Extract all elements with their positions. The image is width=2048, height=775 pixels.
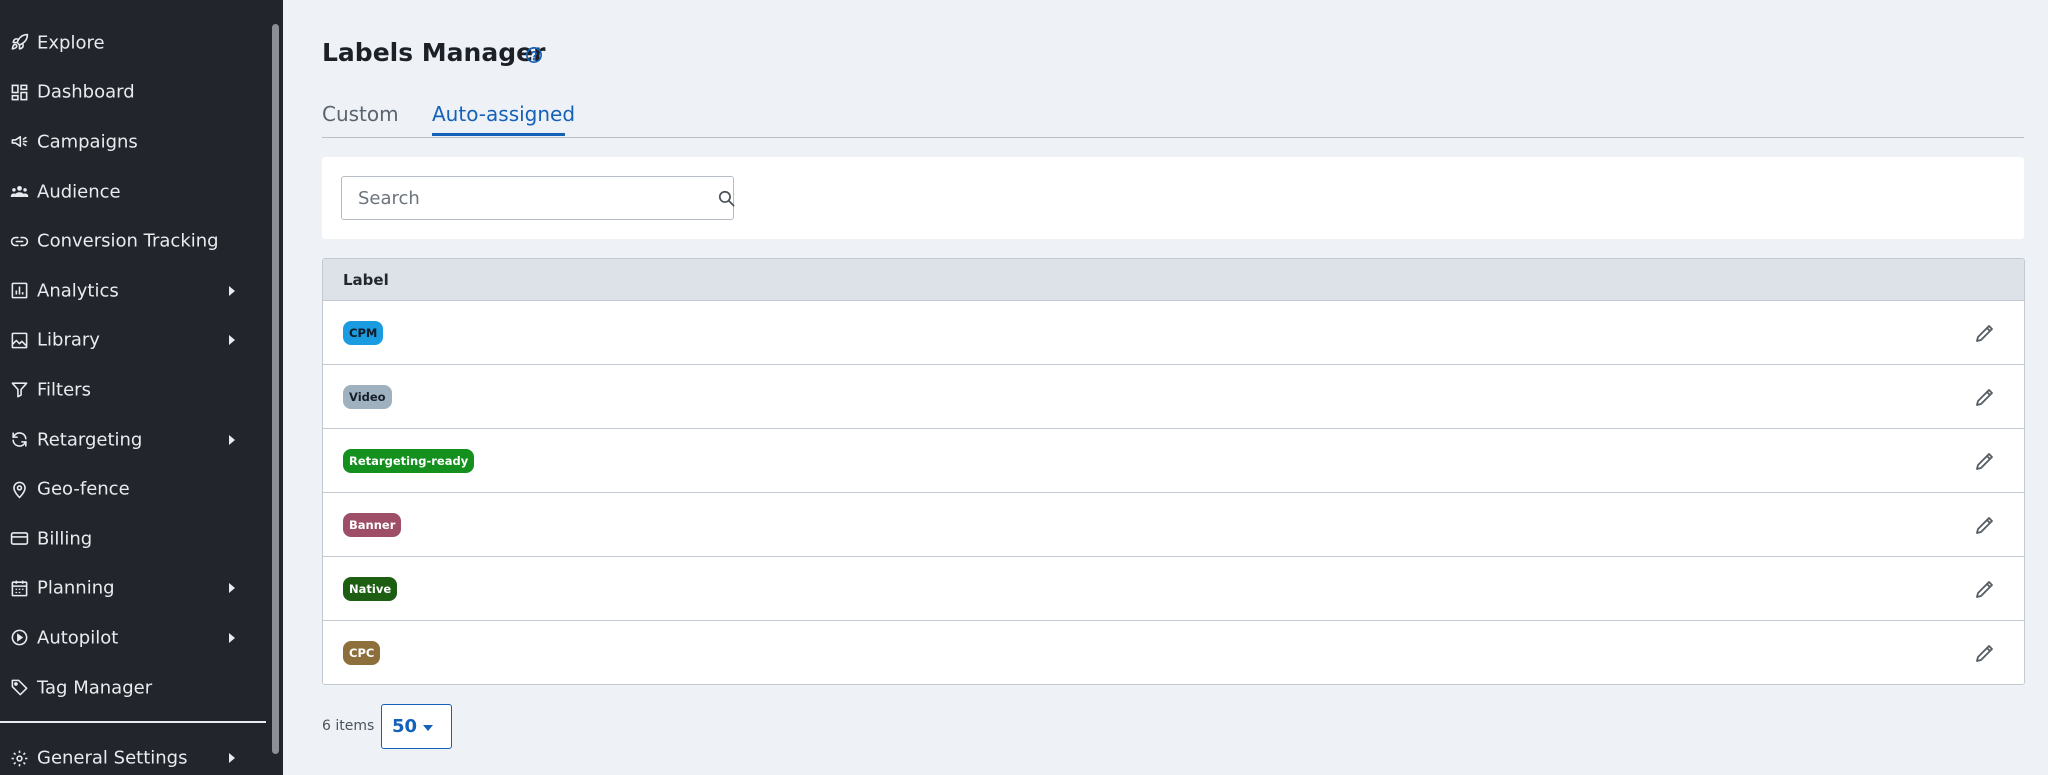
calendar-icon bbox=[9, 578, 29, 598]
table-header: Label bbox=[323, 259, 2024, 301]
table-row: Retargeting-ready bbox=[323, 429, 2024, 493]
sidebar-item-label: Autopilot bbox=[37, 627, 119, 649]
tab-auto-assigned[interactable]: Auto-assigned bbox=[432, 102, 575, 126]
table-row: Video bbox=[323, 365, 2024, 429]
map-pin-icon bbox=[9, 479, 29, 499]
sidebar-item-general-settings[interactable]: General Settings bbox=[0, 733, 270, 775]
sidebar-divider bbox=[0, 721, 266, 723]
chevron-right-icon bbox=[229, 285, 235, 296]
table-row: Banner bbox=[323, 493, 2024, 557]
sidebar-item-campaigns[interactable]: Campaigns bbox=[0, 117, 270, 167]
sidebar-item-label: Conversion Tracking bbox=[37, 230, 219, 252]
sidebar-item-explore[interactable]: Explore bbox=[0, 18, 270, 68]
pencil-icon[interactable] bbox=[1973, 321, 1997, 345]
dashboard-icon bbox=[9, 82, 29, 102]
label-badge: Video bbox=[343, 385, 392, 409]
sidebar-item-conversion-tracking[interactable]: Conversion Tracking bbox=[0, 216, 270, 266]
sidebar-item-label: Tag Manager bbox=[37, 677, 153, 699]
sidebar: Explore Dashboard Campaigns Audience Con… bbox=[0, 0, 283, 775]
active-tab-indicator bbox=[432, 133, 565, 136]
chevron-right-icon bbox=[229, 632, 235, 643]
analytics-icon bbox=[9, 281, 29, 301]
refresh-icon bbox=[9, 430, 29, 450]
sidebar-item-label: Campaigns bbox=[37, 131, 138, 153]
chevron-right-icon bbox=[229, 335, 235, 346]
column-header-label: Label bbox=[343, 271, 389, 289]
chevron-right-icon bbox=[229, 753, 235, 763]
filter-icon bbox=[9, 380, 29, 400]
sidebar-item-billing[interactable]: Billing bbox=[0, 514, 270, 564]
tag-icon bbox=[9, 678, 29, 698]
sidebar-scrollbar-thumb[interactable] bbox=[272, 24, 279, 754]
sidebar-item-audience[interactable]: Audience bbox=[0, 167, 270, 217]
sidebar-item-filters[interactable]: Filters bbox=[0, 365, 270, 415]
search-icon[interactable] bbox=[717, 189, 736, 208]
gear-icon bbox=[9, 748, 29, 768]
tab-custom[interactable]: Custom bbox=[322, 102, 399, 126]
play-circle-icon bbox=[9, 628, 29, 648]
sidebar-item-label: Explore bbox=[37, 32, 105, 54]
sidebar-item-dashboard[interactable]: Dashboard bbox=[0, 68, 270, 118]
label-badge: CPM bbox=[343, 321, 384, 345]
chevron-right-icon bbox=[229, 583, 235, 594]
sidebar-item-label: Dashboard bbox=[37, 81, 135, 103]
sidebar-item-label: Audience bbox=[37, 181, 121, 203]
sidebar-item-analytics[interactable]: Analytics bbox=[0, 266, 270, 316]
label-badge: CPC bbox=[343, 641, 381, 665]
caret-down-icon bbox=[423, 725, 433, 731]
table-row: CPM bbox=[323, 301, 2024, 365]
pencil-icon[interactable] bbox=[1973, 385, 1997, 409]
page-size-select[interactable]: 50 bbox=[381, 704, 452, 749]
labels-table: Label CPM Video Retargeting-ready Banner… bbox=[322, 258, 2025, 685]
sidebar-item-library[interactable]: Library bbox=[0, 316, 270, 366]
audience-icon bbox=[9, 182, 29, 202]
sidebar-item-label: General Settings bbox=[37, 747, 188, 769]
credit-card-icon bbox=[9, 529, 29, 549]
sidebar-item-label: Analytics bbox=[37, 280, 119, 302]
pencil-icon[interactable] bbox=[1973, 641, 1997, 665]
help-circle-icon[interactable] bbox=[525, 46, 543, 64]
search-input[interactable] bbox=[343, 178, 683, 218]
page-title: Labels Manager bbox=[322, 38, 546, 67]
items-count: 6 items bbox=[322, 718, 375, 734]
rocket-icon bbox=[9, 33, 29, 53]
sidebar-item-planning[interactable]: Planning bbox=[0, 564, 270, 614]
tab-bar: Custom Auto-assigned bbox=[322, 100, 2024, 138]
pencil-icon[interactable] bbox=[1973, 577, 1997, 601]
label-badge: Banner bbox=[343, 513, 402, 537]
sidebar-nav: Explore Dashboard Campaigns Audience Con… bbox=[0, 18, 270, 712]
sidebar-item-label: Filters bbox=[37, 379, 91, 401]
link-icon bbox=[9, 231, 29, 251]
image-icon bbox=[9, 330, 29, 350]
table-row: Native bbox=[323, 557, 2024, 621]
chevron-right-icon bbox=[229, 434, 235, 445]
sidebar-item-retargeting[interactable]: Retargeting bbox=[0, 415, 270, 465]
search-field[interactable] bbox=[341, 176, 736, 220]
sidebar-item-autopilot[interactable]: Autopilot bbox=[0, 613, 270, 663]
pencil-icon[interactable] bbox=[1973, 449, 1997, 473]
sidebar-item-label: Library bbox=[37, 329, 100, 351]
pencil-icon[interactable] bbox=[1973, 513, 1997, 537]
sidebar-item-label: Retargeting bbox=[37, 429, 143, 451]
megaphone-icon bbox=[9, 132, 29, 152]
sidebar-item-label: Billing bbox=[37, 528, 93, 550]
label-badge: Retargeting-ready bbox=[343, 449, 475, 473]
sidebar-item-tag-manager[interactable]: Tag Manager bbox=[0, 663, 270, 713]
label-badge: Native bbox=[343, 577, 398, 601]
sidebar-item-geo-fence[interactable]: Geo-fence bbox=[0, 464, 270, 514]
sidebar-item-label: Planning bbox=[37, 577, 115, 599]
search-panel bbox=[322, 157, 2024, 239]
page-size-value: 50 bbox=[392, 716, 418, 737]
sidebar-item-label: Geo-fence bbox=[37, 478, 130, 500]
table-row: CPC bbox=[323, 621, 2024, 684]
